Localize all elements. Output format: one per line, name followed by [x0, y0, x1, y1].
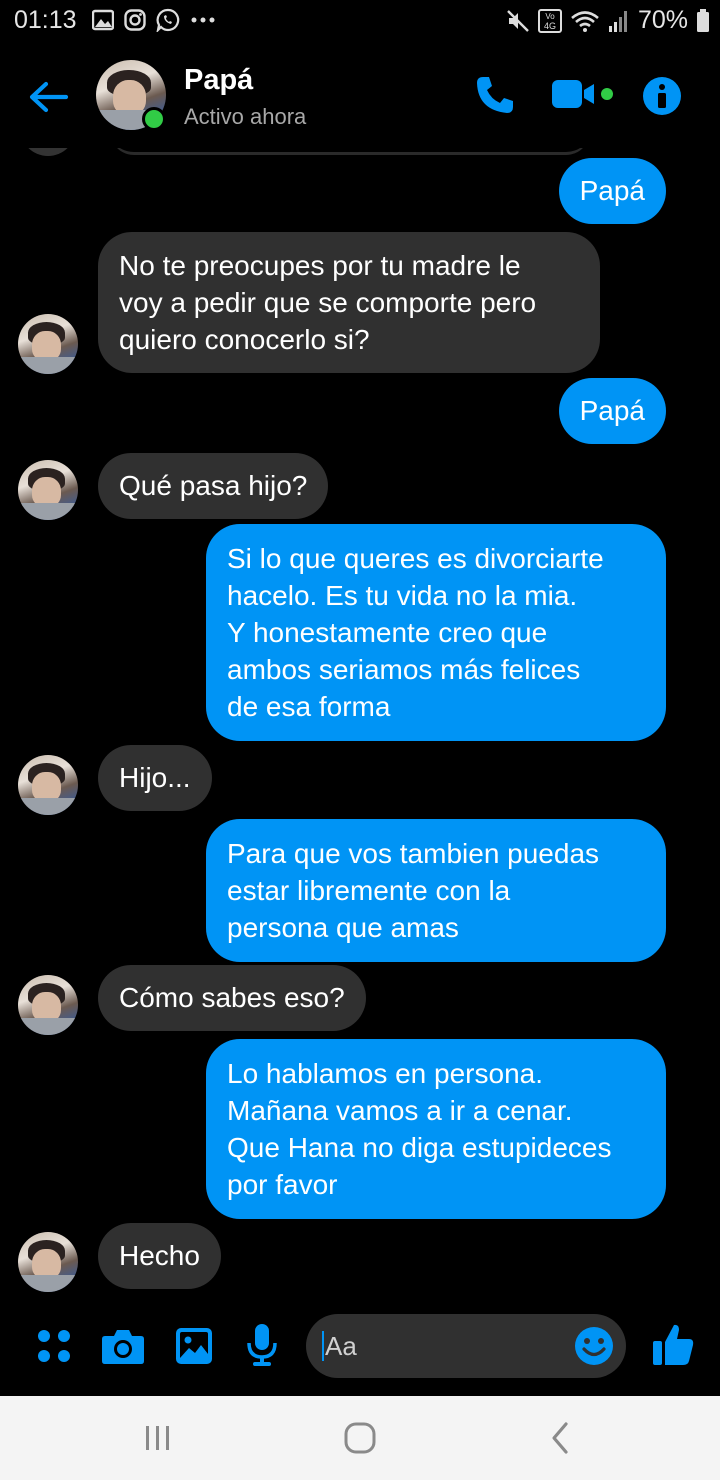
volte-4g-icon: Vo4G	[537, 8, 562, 33]
notification-icons	[92, 8, 216, 32]
more-actions-icon[interactable]	[36, 1328, 72, 1364]
cut-off-avatar	[20, 148, 76, 156]
contact-status: Activo ahora	[184, 104, 307, 129]
gallery-icon	[92, 9, 114, 31]
emoji-icon[interactable]	[574, 1326, 614, 1366]
mute-icon	[507, 9, 529, 32]
input-placeholder[interactable]: Aa	[322, 1331, 357, 1361]
home-icon[interactable]	[340, 1418, 380, 1458]
more-icon	[191, 17, 215, 23]
message-bubble[interactable]: Para que vos tambien puedas estar librem…	[206, 819, 666, 962]
sender-avatar[interactable]	[18, 1232, 78, 1292]
svg-text:4G: 4G	[544, 21, 556, 31]
message-bubble[interactable]: Cómo sabes eso?	[98, 965, 366, 1031]
svg-text:Vo: Vo	[545, 12, 555, 21]
info-icon[interactable]	[642, 76, 682, 116]
gallery-icon[interactable]	[175, 1327, 213, 1365]
message-bubble[interactable]: Hecho	[98, 1223, 221, 1289]
online-indicator	[142, 107, 166, 131]
signal-icon	[608, 10, 627, 32]
instagram-icon	[124, 9, 146, 31]
system-navigation-bar	[0, 1396, 720, 1480]
message-bubble[interactable]: No te preocupes por tu madre le voy a pe…	[98, 232, 600, 373]
contact-name[interactable]: Papá	[184, 64, 253, 97]
status-bar: 01:13 Vo 4G 70%	[0, 0, 720, 44]
battery-percent: 70%	[637, 6, 688, 34]
microphone-icon[interactable]	[246, 1323, 278, 1367]
whatsapp-icon	[156, 8, 180, 32]
system-status-icons: Vo 4G 70%	[506, 6, 710, 35]
sender-avatar[interactable]	[18, 755, 78, 815]
sender-avatar[interactable]	[18, 975, 78, 1035]
status-time: 01:13	[14, 6, 77, 34]
phone-call-icon[interactable]	[474, 74, 516, 116]
conversation-header: Papá Activo ahora	[0, 44, 720, 148]
thumbs-up-icon[interactable]	[652, 1322, 694, 1366]
sender-avatar[interactable]	[18, 460, 78, 520]
message-bubble[interactable]: Qué pasa hijo?	[98, 453, 329, 519]
message-input[interactable]: Aa	[306, 1314, 626, 1378]
sender-avatar[interactable]	[18, 314, 78, 374]
camera-icon[interactable]	[101, 1326, 145, 1366]
message-thread[interactable]: Papá No te preocupes por tu madre le voy…	[0, 148, 720, 1308]
back-arrow-icon[interactable]	[26, 74, 72, 120]
message-bubble[interactable]: Si lo que queres es divorciarte hacelo. …	[206, 524, 666, 741]
cut-off-bubble	[110, 148, 590, 155]
battery-icon	[697, 8, 709, 32]
message-bubble[interactable]: Papá	[558, 158, 666, 224]
video-call-icon[interactable]	[550, 78, 616, 110]
recent-apps-icon[interactable]	[142, 1418, 174, 1458]
message-bubble[interactable]: Hijo...	[98, 745, 212, 811]
message-composer: Aa	[0, 1308, 720, 1396]
message-bubble[interactable]: Lo hablamos en persona. Mañana vamos a i…	[206, 1039, 666, 1219]
message-bubble[interactable]: Papá	[558, 378, 666, 444]
back-nav-icon[interactable]	[546, 1418, 576, 1458]
wifi-icon	[571, 10, 599, 32]
